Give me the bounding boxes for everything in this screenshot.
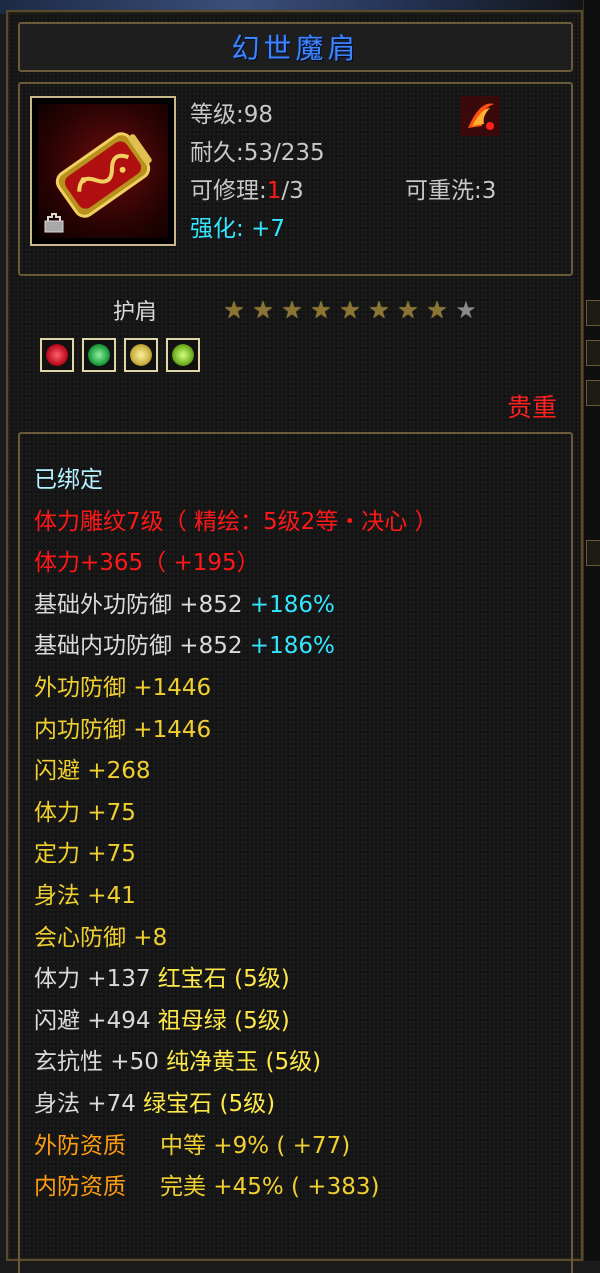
star-filled-icon: ★ [397,296,419,324]
outer-defense-line: 外功防御 +1446 [34,674,212,701]
star-filled-icon: ★ [310,296,332,324]
gem-stat-line: 闪避 +494 祖母绿 (5级) [34,1001,438,1043]
special-effect-icon [460,96,500,136]
red-gem-icon [46,344,68,366]
precious-label: 贵重 [506,393,557,422]
base-inner-defense-pct: +186% [242,633,335,660]
attribute-list: 已绑定 体力雕纹7级（ 精绘：5级2等・决心 ） 体力+365（ +195） 基… [34,460,438,1209]
crit-defense-line: 会心防御 +8 [34,924,168,951]
gem-slot-green[interactable] [82,338,116,372]
gem-name: 纯净黄玉 (5级) [166,1049,322,1076]
item-slot-section: 护肩 ★ ★ ★ ★ ★ ★ ★ ★ ★ 贵重 [18,282,573,422]
base-inner-defense-label: 基础内功防御 +852 [34,633,243,660]
item-name: 幻世魔肩 [231,32,360,65]
star-filled-icon: ★ [281,296,303,324]
side-panel-edge [583,0,600,1261]
gem-stat-line: 体力 +137 红宝石 (5级) [34,959,438,1001]
star-filled-icon: ★ [252,296,274,324]
enhance-label: 强化: [190,216,244,242]
outer-quality-line: 外防资质 中等 +9% ( +77) [34,1126,438,1168]
repair-prefix: 可修理: [190,178,267,204]
durability-text: 耐久:53/235 [190,140,325,166]
gem-stat-line: 身法 +74 绿宝石 (5级) [34,1084,438,1126]
item-icon-background [38,104,168,238]
inner-quality-line: 内防资质 完美 +45% ( +383) [34,1167,438,1209]
gem-slot-lime[interactable] [166,338,200,372]
gem-slots [40,338,200,372]
gem-stat: 闪避 +494 [34,1007,158,1034]
enhance-value: +7 [251,216,285,242]
agility-line: 身法 +41 [34,882,136,909]
item-tooltip: 幻世魔肩 等级:98 耐久:53/235 可修理:1/3 可重洗:3 强化: +… [6,10,583,1273]
gem-stat: 身法 +74 [34,1090,144,1117]
star-filled-icon: ★ [223,296,245,324]
rewash-text: 可重洗:3 [405,178,497,204]
dodge-line: 闪避 +268 [34,758,151,785]
star-filled-icon: ★ [426,296,448,324]
star-filled-icon: ★ [339,296,361,324]
star-filled-icon: ★ [368,296,390,324]
base-outer-defense-line: 基础外功防御 +852 +186% [34,585,438,627]
enhance-text: 强化: +7 [190,210,285,248]
gem-stat: 玄抗性 +50 [34,1049,167,1076]
repair-suffix: /3 [281,178,304,204]
base-outer-defense-pct: +186% [242,591,335,618]
attribute-section: 已绑定 体力雕纹7级（ 精绘：5级2等・决心 ） 体力+365（ +195） 基… [18,432,573,1273]
gem-stat: 体力 +137 [34,966,158,993]
gem-slot-yellow[interactable] [124,338,158,372]
gem-name: 绿宝石 (5级) [143,1090,276,1117]
gem-name: 红宝石 (5级) [157,966,290,993]
gem-slot-red[interactable] [40,338,74,372]
outer-quality-label: 外防资质 [34,1132,126,1159]
bound-status: 已绑定 [34,467,103,493]
lime-gem-icon [172,344,194,366]
engrave-line: 体力雕纹7级（ 精绘：5级2等・决心 ） [34,508,438,535]
inner-quality-label: 内防资质 [34,1174,126,1201]
level-text: 等级:98 [190,102,274,128]
bound-lock-icon [44,213,64,233]
gem-name: 祖母绿 (5级) [157,1007,290,1034]
gem-stat-line: 玄抗性 +50 纯净黄玉 (5级) [34,1042,438,1084]
star-empty-icon: ★ [455,296,477,324]
vitality-line: 体力 +75 [34,799,136,826]
edge-fragment [586,540,600,566]
green-gem-icon [88,344,110,366]
repair-text: 可修理:1/3 [190,172,304,210]
inner-defense-line: 内功防御 +1446 [34,716,212,743]
outer-quality-value: 中等 +9% ( +77) [160,1132,351,1159]
inner-quality-value: 完美 +45% ( +383) [160,1174,380,1201]
edge-fragment [586,300,600,326]
star-rating: ★ ★ ★ ★ ★ ★ ★ ★ ★ [220,296,480,324]
item-icon-frame[interactable] [30,96,176,246]
slot-type: 护肩 [113,300,158,325]
edge-fragment [586,340,600,366]
vitality-bonus-line: 体力+365（ +195） [34,550,260,577]
yellow-gem-icon [130,344,152,366]
item-header-section: 等级:98 耐久:53/235 可修理:1/3 可重洗:3 强化: +7 [18,82,573,276]
title-bar: 幻世魔肩 [18,22,573,72]
base-inner-defense-line: 基础内功防御 +852 +186% [34,626,438,668]
repair-current: 1 [266,178,282,204]
base-outer-defense-label: 基础外功防御 +852 [34,591,243,618]
edge-fragment [586,380,600,406]
focus-line: 定力 +75 [34,841,136,868]
